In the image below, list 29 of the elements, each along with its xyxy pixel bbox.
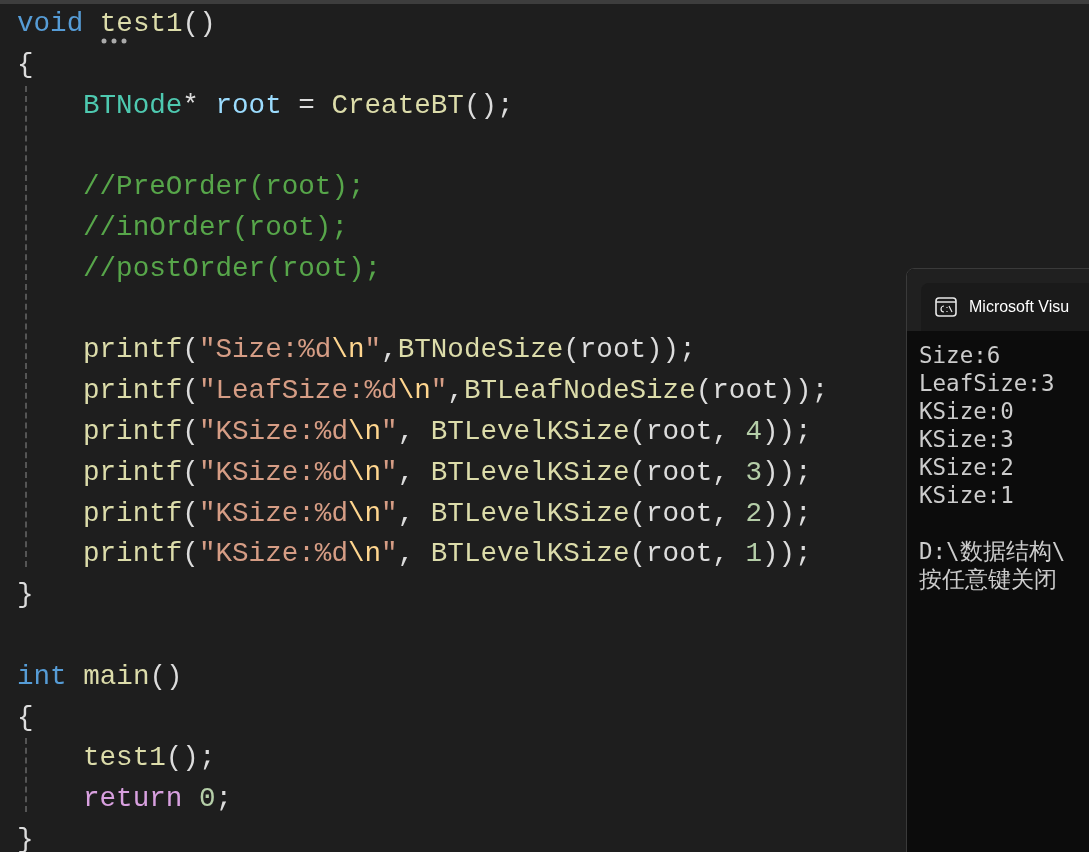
code-line: printf("LeafSize:%d\n",BTLeafNodeSize(root)); [83, 375, 829, 407]
console-line: 按任意键关闭 [919, 566, 1057, 592]
code-line: //inOrder(root); [83, 212, 348, 243]
terminal-icon [935, 297, 957, 317]
console-line: KSize:1 [919, 482, 1014, 508]
code-line: test1(); [83, 742, 216, 774]
code-line: printf("KSize:%d\n", BTLevelKSize(root, 3)); [83, 456, 812, 488]
console-line: KSize:2 [919, 454, 1014, 480]
console-line: KSize:3 [919, 426, 1014, 452]
code-line: void test1() [17, 8, 216, 39]
console-tab[interactable]: Microsoft Visu [921, 283, 1089, 331]
code-line: printf("KSize:%d\n", BTLevelKSize(root, 1)); [83, 538, 812, 570]
code-line: BTNode* root = CreateBT(); [83, 89, 514, 121]
code-line: int main() [17, 660, 183, 692]
console-line: D:\数据结构\ [919, 538, 1066, 564]
code-line: printf("KSize:%d\n", BTLevelKSize(root, 4)); [83, 415, 812, 447]
console-line: LeafSize:3 [919, 370, 1055, 396]
code-line: printf("KSize:%d\n", BTLevelKSize(root, 2)); [83, 497, 812, 529]
code-line: } [17, 579, 34, 611]
code-line: //postOrder(root); [83, 252, 382, 284]
code-line: { [17, 701, 34, 733]
console-title: Microsoft Visu [969, 297, 1070, 317]
code-line: printf("Size:%d\n",BTNodeSize(root)); [83, 334, 696, 366]
code-line: } [17, 823, 34, 852]
console-line: Size:6 [919, 342, 1001, 368]
code-line: { [17, 48, 34, 80]
code-line: return 0; [83, 783, 233, 815]
code-line: //PreOrder(root); [83, 171, 365, 203]
console-line: KSize:0 [919, 398, 1014, 424]
